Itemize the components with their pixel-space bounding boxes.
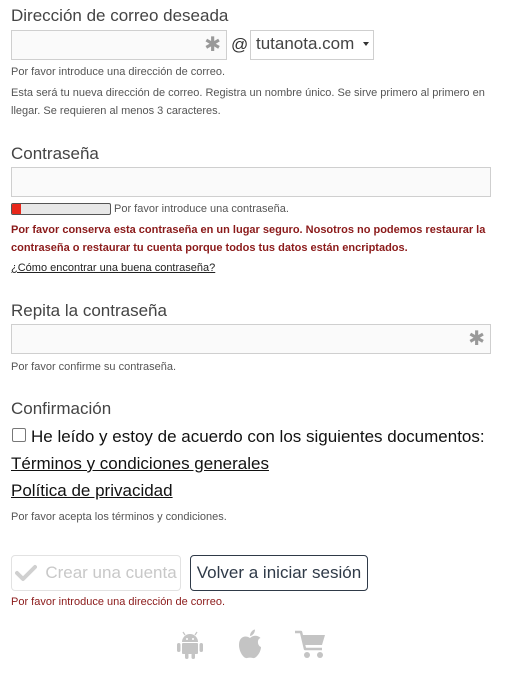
terms-link[interactable]: Términos y condiciones generales [11,454,269,474]
create-account-label: Crear una cuenta [45,563,177,582]
cart-icon[interactable] [294,629,328,661]
email-error: Por favor introduce una dirección de cor… [11,66,226,78]
repeat-password-label: Repita la contraseña [11,301,167,320]
android-icon[interactable] [176,630,204,660]
domain-select[interactable]: tutanota.com [250,30,374,60]
create-account-button[interactable]: Crear una cuenta [11,555,181,591]
required-asterisk-icon: ✱ [204,34,221,56]
repeat-password-error: Por favor confirme su contraseña. [11,361,177,373]
apple-icon[interactable] [236,628,264,660]
terms-error: Por favor acepta los términos y condicio… [11,511,227,523]
password-warning: Por favor conserva esta contraseña en un… [11,224,486,254]
password-input[interactable] [11,167,491,197]
at-sign: @ [231,35,249,54]
email-help: Esta será tu nueva dirección de correo. … [11,87,485,117]
password-help-link[interactable]: ¿Cómo encontrar una buena contraseña? [11,262,215,274]
email-label: Dirección de correo deseada [11,6,229,25]
password-strength-text: Por favor introduce una contraseña. [114,203,289,215]
password-label: Contraseña [11,144,99,163]
password-strength-fill [12,204,21,214]
back-to-login-button[interactable]: Volver a iniciar sesión [190,555,368,591]
terms-checkbox[interactable] [12,428,26,442]
confirmation-label: Confirmación [11,399,112,418]
domain-select-value: tutanota.com [256,34,355,53]
signup-form: Dirección de correo deseada ✱ @ tutanota… [0,0,505,676]
form-error: Por favor introduce una dirección de cor… [11,596,226,608]
terms-checkbox-label[interactable]: He leído y estoy de acuerdo con los sigu… [31,427,485,447]
checkmark-icon [15,565,38,581]
email-input[interactable]: ✱ [11,30,227,60]
back-to-login-label: Volver a iniciar sesión [196,563,362,582]
repeat-password-input[interactable]: ✱ [11,324,491,354]
password-strength-meter [11,203,111,215]
dropdown-arrow-icon [363,42,369,46]
required-asterisk-icon: ✱ [468,328,485,350]
privacy-link[interactable]: Política de privacidad [11,481,173,501]
